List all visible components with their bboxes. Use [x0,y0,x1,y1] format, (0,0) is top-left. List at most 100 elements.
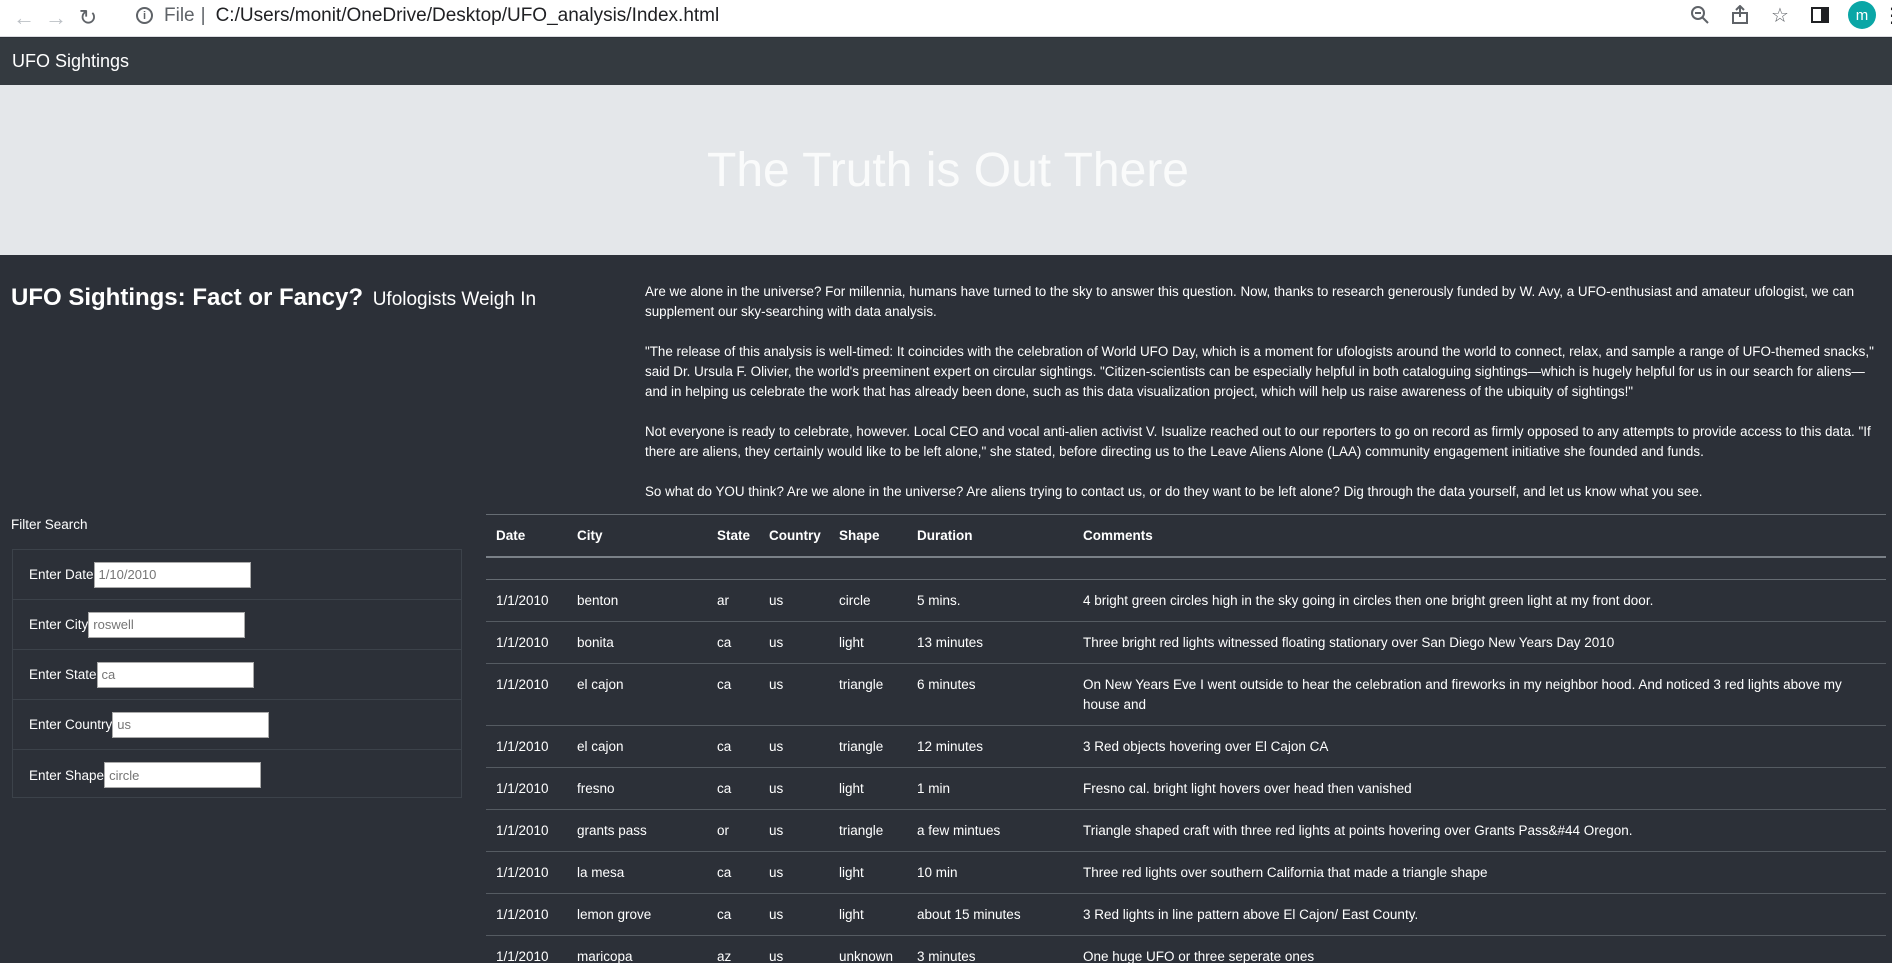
city-input[interactable] [88,611,246,638]
cell-state: ar [707,579,759,622]
city-label: Enter City [29,617,89,632]
header-duration: Duration [907,514,1073,558]
table-spacer-row [486,556,1886,580]
cell-state: az [707,935,759,963]
header-city: City [567,514,707,558]
info-icon[interactable]: i [136,7,153,24]
filter-row-shape: Enter Shape [13,750,461,800]
header-state: State [707,514,759,558]
table-row: 1/1/2010 grants pass or us triangle a few min… [486,809,1886,852]
cell-shape: triangle [829,663,907,726]
cell-date: 1/1/2010 [486,893,567,936]
cell-state: ca [707,893,759,936]
table-body: 1/1/2010 benton ar us circle 5 mins. 4 bright … [486,556,1886,963]
table-row: 1/1/2010 lemon grove ca us light about 15 min… [486,893,1886,936]
cell-country: us [759,767,829,810]
cell-duration: 6 minutes [907,663,1073,726]
cell-duration: 13 minutes [907,621,1073,664]
cell-country: us [759,663,829,726]
sightings-table-container: Date City State Country Shape Duration C… [486,514,1886,963]
header-comments: Comments [1073,514,1886,558]
share-icon[interactable] [1720,0,1760,30]
article-heading: UFO Sightings: Fact or Fancy? Ufologists… [11,284,536,312]
cell-shape: light [829,767,907,810]
cell-comments: One huge UFO or three seperate ones [1073,935,1886,963]
cell-date: 1/1/2010 [486,621,567,664]
filter-row-city: Enter City [13,600,461,650]
url-text[interactable]: C:/Users/monit/OneDrive/Desktop/UFO_anal… [216,5,720,27]
cell-city: lemon grove [567,893,707,936]
side-panel-icon[interactable] [1800,0,1840,30]
cell-duration: 3 minutes [907,935,1073,963]
cell-date: 1/1/2010 [486,767,567,810]
cell-country: us [759,935,829,963]
article-body: Are we alone in the universe? For millen… [645,282,1883,522]
cell-comments: 4 bright green circles high in the sky g… [1073,579,1886,622]
cell-duration: 12 minutes [907,725,1073,768]
country-input[interactable] [112,711,270,738]
cell-city: grants pass [567,809,707,852]
cell-country: us [759,893,829,936]
cell-comments: Triangle shaped craft with three red lig… [1073,809,1886,852]
cell-country: us [759,809,829,852]
cell-date: 1/1/2010 [486,663,567,726]
address-bar[interactable]: i File | C:/Users/monit/OneDrive/Desktop… [136,2,1636,29]
header-date: Date [486,514,567,558]
country-label: Enter Country [29,717,113,732]
filter-panel: Enter Date Enter City Enter State Enter … [12,549,462,798]
zoom-out-icon[interactable] [1680,0,1720,30]
sightings-table: Date City State Country Shape Duration C… [486,514,1886,963]
cell-date: 1/1/2010 [486,725,567,768]
shape-label: Enter Shape [29,767,105,783]
table-row: 1/1/2010 maricopa az us unknown 3 minutes One … [486,935,1886,963]
table-header-row: Date City State Country Shape Duration C… [486,514,1886,558]
cell-city: bonita [567,621,707,664]
cell-country: us [759,851,829,894]
state-input[interactable] [96,661,254,688]
jumbotron: The Truth is Out There [0,85,1892,255]
header-shape: Shape [829,514,907,558]
cell-city: el cajon [567,663,707,726]
table-row: 1/1/2010 el cajon ca us triangle 6 minutes On … [486,663,1886,726]
forward-arrow-icon[interactable]: → [40,3,72,33]
article-subtitle: Ufologists Weigh In [372,289,537,310]
reload-icon[interactable]: ↻ [72,3,104,33]
browser-toolbar: ← → ↻ i File | C:/Users/monit/OneDrive/D… [0,0,1892,37]
site-navbar: UFO Sightings [0,38,1892,85]
filter-search-title: Filter Search [11,517,88,532]
date-label: Enter Date [29,567,94,582]
cell-date: 1/1/2010 [486,809,567,852]
address-separator: | [200,4,206,26]
table-row: 1/1/2010 el cajon ca us triangle 12 minutes 3 … [486,725,1886,768]
cell-shape: triangle [829,725,907,768]
back-arrow-icon[interactable]: ← [8,3,40,33]
shape-input[interactable] [104,762,262,788]
cell-shape: circle [829,579,907,622]
cell-comments: 3 Red objects hovering over El Cajon CA [1073,725,1886,768]
cell-state: or [707,809,759,852]
cell-comments: Three red lights over southern Californi… [1073,851,1886,894]
cell-date: 1/1/2010 [486,935,567,963]
cell-comments: Three bright red lights witnessed floati… [1073,621,1886,664]
cell-comments: On New Years Eve I went outside to hear … [1073,663,1886,726]
cell-city: fresno [567,767,707,810]
article-paragraph: Not everyone is ready to celebrate, howe… [645,424,1871,459]
cell-date: 1/1/2010 [486,851,567,894]
cell-state: ca [707,851,759,894]
header-country: Country [759,514,829,558]
navbar-brand[interactable]: UFO Sightings [12,51,129,72]
cell-duration: about 15 minutes [907,893,1073,936]
cell-city: benton [567,579,707,622]
filter-row-country: Enter Country [13,700,461,750]
profile-avatar[interactable]: m [1848,1,1876,29]
cell-city: la mesa [567,851,707,894]
article-paragraph: Are we alone in the universe? For millen… [645,284,1855,319]
filter-row-state: Enter State [13,650,461,700]
date-input[interactable] [93,561,251,588]
cell-shape: light [829,893,907,936]
cell-duration: 10 min [907,851,1073,894]
kebab-menu-icon[interactable]: ⋮ [1882,3,1892,28]
article-title: UFO Sightings: Fact or Fancy? [11,284,364,311]
star-icon[interactable]: ☆ [1760,0,1800,30]
file-label: File [164,4,195,26]
